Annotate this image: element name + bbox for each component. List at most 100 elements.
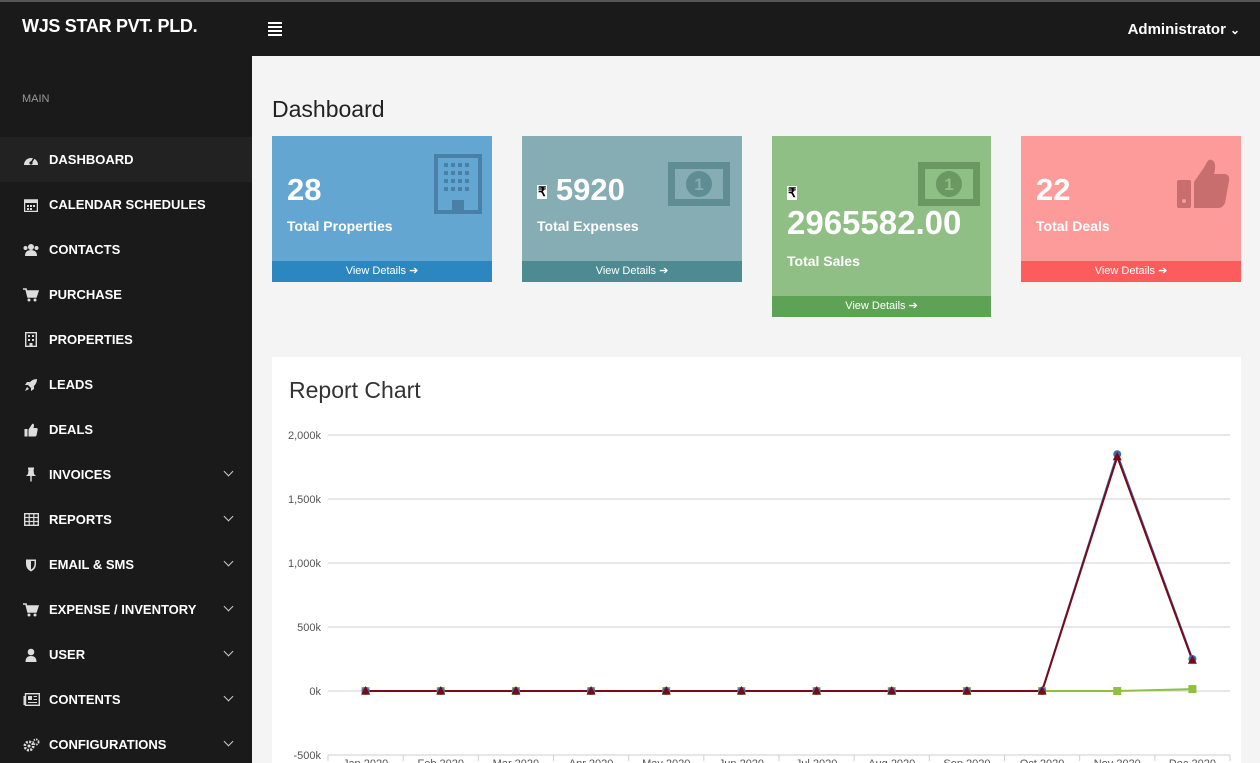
user-icon [22,647,40,663]
svg-text:1: 1 [694,175,703,194]
view-details-label: View Details [345,265,407,277]
sidebar-item-label: DEALS [49,422,94,437]
arrow-right-icon: ➔ [659,265,669,277]
stat-label: Total Deals [1036,218,1110,234]
gears-icon [22,737,40,753]
data-point [1113,687,1122,695]
sidebar: MAIN DASHBOARD CALENDAR SCHEDULES CONTACTS… [0,56,252,763]
money-icon: 1 [918,162,980,206]
y-tick-label: 1,500k [288,494,322,506]
sidebar-item-invoices[interactable]: INVOICES [0,452,252,497]
data-point [1188,685,1197,694]
stat-number: 5920 [555,172,625,207]
x-tick-label: Mar 2020 [493,758,539,763]
x-tick-label: Jul 2020 [796,758,838,763]
rupee-symbol: ₹ [787,184,798,200]
stat-label: Total Properties [287,218,393,234]
arrow-right-icon: ➔ [908,300,918,312]
series-line [365,451,1194,692]
chart-title: Report Chart [289,377,421,403]
sidebar-item-user[interactable]: USER [0,632,252,677]
thumbs-up-icon [22,422,40,438]
chevron-down-icon [223,556,234,567]
view-details-label: View Details [595,265,657,277]
x-tick-label: Dec 2020 [1169,758,1216,763]
users-icon [22,242,40,258]
table-icon [22,512,40,528]
chevron-down-icon [223,511,234,522]
calendar-icon [22,197,40,213]
sidebar-item-contents[interactable]: CONTENTS [0,677,252,722]
view-details-label: View Details [1094,265,1156,277]
sidebar-item-dashboard[interactable]: DASHBOARD [0,137,252,182]
dashboard-icon [22,152,40,168]
y-tick-label: -500k [293,750,321,762]
x-tick-label: May 2020 [642,758,690,763]
sidebar-item-label: EXPENSE / INVENTORY [49,602,197,617]
sidebar-item-properties[interactable]: PROPERTIES [0,317,252,362]
view-details-link[interactable]: View Details ➔ [772,296,991,317]
sidebar-item-expense-inventory[interactable]: EXPENSE / INVENTORY [0,587,252,632]
menu-toggle-icon[interactable] [268,22,282,36]
view-details-link[interactable]: View Details ➔ [1021,261,1241,282]
x-tick-label: Aug 2020 [868,758,915,763]
sidebar-item-label: PROPERTIES [49,332,133,347]
sidebar-item-label: INVOICES [49,467,112,482]
top-navbar: WJS STAR PVT. PLD. Administrator ⌄ [0,0,1260,56]
thumbs-up-icon [1177,159,1230,208]
view-details-link[interactable]: View Details ➔ [522,261,742,282]
sidebar-item-label: CONTACTS [49,242,121,257]
sidebar-item-label: DASHBOARD [49,152,134,167]
x-tick-label: Nov 2020 [1094,758,1141,763]
stat-label: Total Sales [787,253,860,269]
cart-icon [22,602,40,618]
stat-card-properties: 28 Total Properties View Details ➔ [272,136,492,282]
shield-icon [22,557,40,573]
sidebar-item-calendar-schedules[interactable]: CALENDAR SCHEDULES [0,182,252,227]
sidebar-item-leads[interactable]: LEADS [0,362,252,407]
stat-card-sales: ₹ 2965582.00 Total Sales 1 View Details … [772,136,991,317]
sidebar-item-configurations[interactable]: CONFIGURATIONS [0,722,252,763]
arrow-right-icon: ➔ [1158,265,1168,277]
sidebar-item-label: PURCHASE [49,287,122,302]
stat-value: 28 [287,172,322,207]
arrow-right-icon: ➔ [409,265,419,277]
chevron-down-icon [223,646,234,657]
x-tick-label: Apr 2020 [569,758,614,763]
view-details-label: View Details [845,300,906,312]
x-tick-label: Oct 2020 [1020,758,1065,763]
stat-value: 22 [1036,172,1071,207]
stat-value: ₹ 5920 [537,172,625,208]
x-tick-label: Feb 2020 [418,758,464,763]
sidebar-item-label: REPORTS [49,512,112,527]
view-details-link[interactable]: View Details ➔ [272,261,492,282]
stat-label: Total Expenses [537,218,639,234]
stat-card-expenses: ₹ 5920 Total Expenses 1 View Details ➔ [522,136,742,282]
x-tick-label: Jun 2020 [719,758,764,763]
sidebar-item-email-sms[interactable]: EMAIL & SMS [0,542,252,587]
series-line [365,453,1194,692]
sidebar-item-contacts[interactable]: CONTACTS [0,227,252,272]
page-title: Dashboard [272,96,385,122]
stat-card-deals: 22 Total Deals View Details ➔ [1021,136,1241,282]
brand-logo[interactable]: WJS STAR PVT. PLD. [22,16,198,37]
chevron-down-icon: ⌄ [1229,23,1240,37]
sidebar-item-label: CONTENTS [49,692,121,707]
building-icon [22,332,40,348]
sidebar-item-label: CONFIGURATIONS [49,737,167,752]
chevron-down-icon [223,691,234,702]
y-tick-label: 2,000k [288,430,322,442]
y-tick-label: 0k [309,686,321,698]
sidebar-header: MAIN [22,93,50,105]
sidebar-item-reports[interactable]: REPORTS [0,497,252,542]
x-tick-label: Jan 2020 [343,758,388,763]
stat-value: 2965582.00 [787,204,962,241]
sidebar-item-label: CALENDAR SCHEDULES [49,197,206,212]
rupee-icon: ₹ [787,184,798,202]
y-tick-label: 500k [297,622,321,634]
user-menu[interactable]: Administrator ⌄ [1128,21,1240,38]
x-tick-label: Sep 2020 [943,758,990,763]
sidebar-item-purchase[interactable]: PURCHASE [0,272,252,317]
sidebar-item-deals[interactable]: DEALS [0,407,252,452]
y-tick-label: 1,000k [288,558,322,570]
